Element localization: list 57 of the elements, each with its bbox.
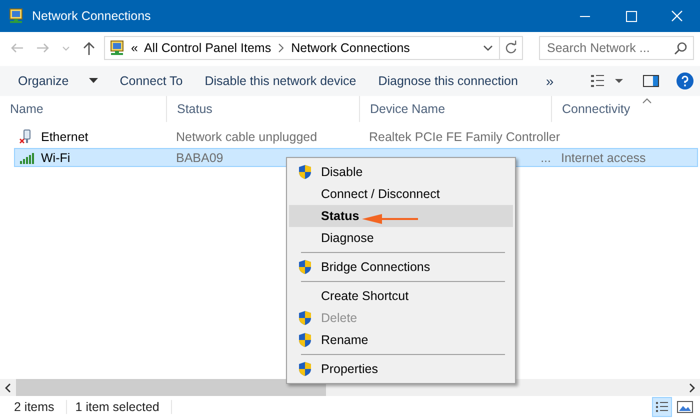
table-cell: ... — [540, 150, 551, 164]
large-icons-view-icon[interactable] — [676, 399, 694, 415]
refresh-icon[interactable] — [499, 36, 523, 60]
more-button[interactable]: » — [536, 69, 564, 93]
column-header[interactable]: Device Name — [360, 96, 552, 122]
scroll-right-icon — [688, 382, 696, 392]
shield-icon — [297, 259, 313, 275]
menu-item[interactable]: Disable — [289, 161, 513, 183]
breadcrumb-overflow[interactable]: « — [131, 41, 138, 55]
address-bar[interactable]: « All Control Panel Items Network Connections — [104, 36, 500, 60]
help-icon[interactable] — [676, 72, 694, 90]
menu-item[interactable]: Properties — [289, 358, 513, 380]
preview-pane-icon[interactable] — [642, 73, 660, 89]
menu-item[interactable]: Rename — [289, 329, 513, 351]
status-text: 1 item selected — [67, 400, 172, 414]
connection-name: Ethernet — [41, 130, 88, 144]
table-cell: Network cable unplugged — [176, 130, 318, 144]
table-cell: Internet access — [561, 150, 646, 164]
toolbar-button[interactable]: Organize — [8, 69, 108, 93]
toolbar-button[interactable]: Diagnose this connection — [368, 69, 528, 93]
pointer-arrow — [362, 214, 418, 224]
column-header[interactable]: Status — [167, 96, 360, 122]
window-title: Network Connections — [32, 9, 152, 23]
menu-item[interactable]: Connect / Disconnect — [289, 183, 513, 205]
table-row[interactable]: Ethernet Network cable unplugged Realtek PCIe FE Family Controller — [14, 127, 698, 146]
search-field[interactable]: Search Network ... — [539, 36, 694, 60]
column-header[interactable]: Name — [0, 96, 167, 122]
shield-icon — [297, 310, 313, 326]
collapse-caret-icon — [642, 98, 652, 104]
column-header[interactable]: Connectivity — [552, 96, 682, 122]
breadcrumb[interactable]: Network Connections — [291, 41, 410, 55]
search-icon — [674, 41, 688, 55]
shield-icon — [297, 332, 313, 348]
connection-name: Wi-Fi — [41, 150, 70, 164]
chevron-right-icon — [277, 43, 286, 53]
status-text: 2 items — [6, 400, 68, 414]
up-arrow-icon[interactable] — [81, 40, 97, 56]
network-folder-icon — [8, 8, 24, 24]
menu-item[interactable]: Diagnose — [289, 227, 513, 249]
shield-icon — [297, 164, 313, 180]
table-cell: BABA09 — [176, 150, 224, 164]
details-view-icon[interactable] — [652, 397, 672, 417]
menu-item[interactable]: Bridge Connections — [289, 256, 513, 278]
shield-icon — [297, 361, 313, 377]
caret-icon — [88, 78, 98, 84]
dropdown-icon[interactable] — [482, 43, 494, 53]
network-folder-icon — [109, 40, 125, 56]
view-options-icon[interactable] — [590, 73, 626, 89]
breadcrumb[interactable]: All Control Panel Items — [144, 41, 272, 55]
scroll-thumb[interactable] — [16, 379, 326, 396]
toolbar-button[interactable]: Connect To — [110, 69, 193, 93]
horizontal-scrollbar[interactable] — [0, 379, 700, 396]
table-cell: Realtek PCIe FE Family Controller — [369, 130, 560, 144]
menu-item[interactable]: Status — [289, 205, 513, 227]
menu-item[interactable]: Create Shortcut — [289, 285, 513, 307]
scroll-left-icon — [4, 382, 12, 392]
toolbar-button[interactable]: Disable this network device — [194, 69, 366, 93]
